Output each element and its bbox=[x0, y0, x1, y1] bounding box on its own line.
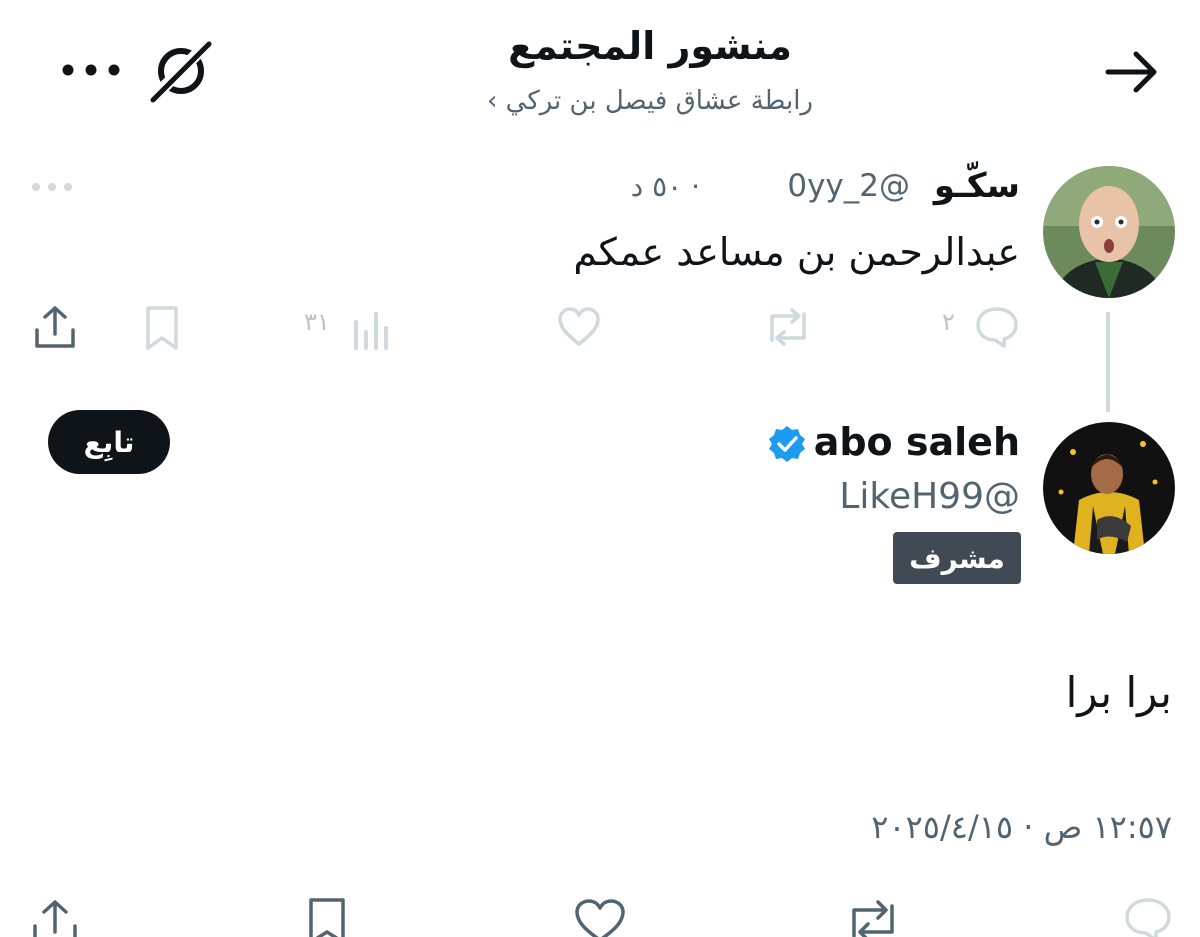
reply-action-views[interactable]: ٣١ bbox=[302, 304, 392, 350]
post-text: برا برا bbox=[1065, 668, 1172, 717]
main-action-share[interactable] bbox=[30, 896, 80, 937]
reply-display-name[interactable]: سكّـو bbox=[934, 166, 1020, 206]
repost-icon bbox=[770, 308, 806, 346]
main-action-reply[interactable] bbox=[1122, 896, 1174, 937]
reply-action-like[interactable] bbox=[556, 306, 602, 348]
page-title: منشور المجتمع bbox=[508, 24, 792, 68]
grok-button[interactable] bbox=[145, 38, 217, 104]
main-display-name[interactable]: abo saleh bbox=[814, 420, 1020, 464]
reply-action-reply[interactable]: ٢ bbox=[940, 304, 1020, 350]
comment-icon bbox=[1125, 898, 1171, 937]
thread-connector bbox=[1106, 312, 1110, 412]
more-options-button[interactable] bbox=[58, 48, 124, 92]
reply-count: ٢ bbox=[942, 308, 955, 336]
comment-icon bbox=[976, 307, 1018, 348]
avatar-image bbox=[1043, 422, 1175, 554]
heart-icon bbox=[575, 899, 625, 937]
follow-button[interactable]: تابِع bbox=[48, 410, 170, 474]
main-action-bookmark[interactable] bbox=[304, 896, 350, 937]
avatar-image bbox=[1043, 166, 1175, 298]
bookmark-icon bbox=[146, 306, 178, 350]
post-timestamp[interactable]: ١٢:٥٧ ص · ٢٠٢٥/٤/١٥ bbox=[871, 808, 1172, 846]
share-icon bbox=[33, 900, 77, 937]
views-icon bbox=[354, 312, 388, 350]
repost-icon bbox=[852, 900, 894, 937]
main-avatar[interactable] bbox=[1043, 422, 1175, 554]
reply-more-button[interactable] bbox=[28, 172, 76, 202]
back-button[interactable] bbox=[1100, 44, 1164, 100]
grok-icon bbox=[146, 38, 214, 104]
reply-action-share[interactable] bbox=[32, 304, 78, 350]
reply-handle[interactable]: @2_0yy bbox=[787, 168, 910, 204]
views-count: ٣١ bbox=[304, 308, 330, 336]
moderator-badge: مشرف bbox=[893, 532, 1021, 584]
reply-text: عبدالرحمن بن مساعد عمكم bbox=[573, 230, 1020, 274]
main-action-repost[interactable] bbox=[842, 896, 904, 937]
main-action-like[interactable] bbox=[572, 898, 628, 937]
arrow-right-icon bbox=[1105, 51, 1157, 93]
reply-action-repost[interactable] bbox=[762, 304, 814, 350]
heart-icon bbox=[558, 307, 600, 346]
reply-time: · ٥٠ د bbox=[630, 170, 700, 203]
more-horizontal-icon bbox=[32, 183, 72, 191]
share-icon bbox=[35, 306, 75, 348]
verified-badge-icon bbox=[767, 424, 807, 464]
bookmark-icon bbox=[309, 898, 345, 937]
main-handle[interactable]: @LikeH99 bbox=[839, 476, 1020, 517]
community-link[interactable]: رابطة عشاق فيصل بن تركي › bbox=[300, 86, 1000, 116]
reply-avatar[interactable] bbox=[1043, 166, 1175, 298]
reply-action-bookmark[interactable] bbox=[142, 304, 182, 352]
more-horizontal-icon bbox=[62, 64, 120, 76]
